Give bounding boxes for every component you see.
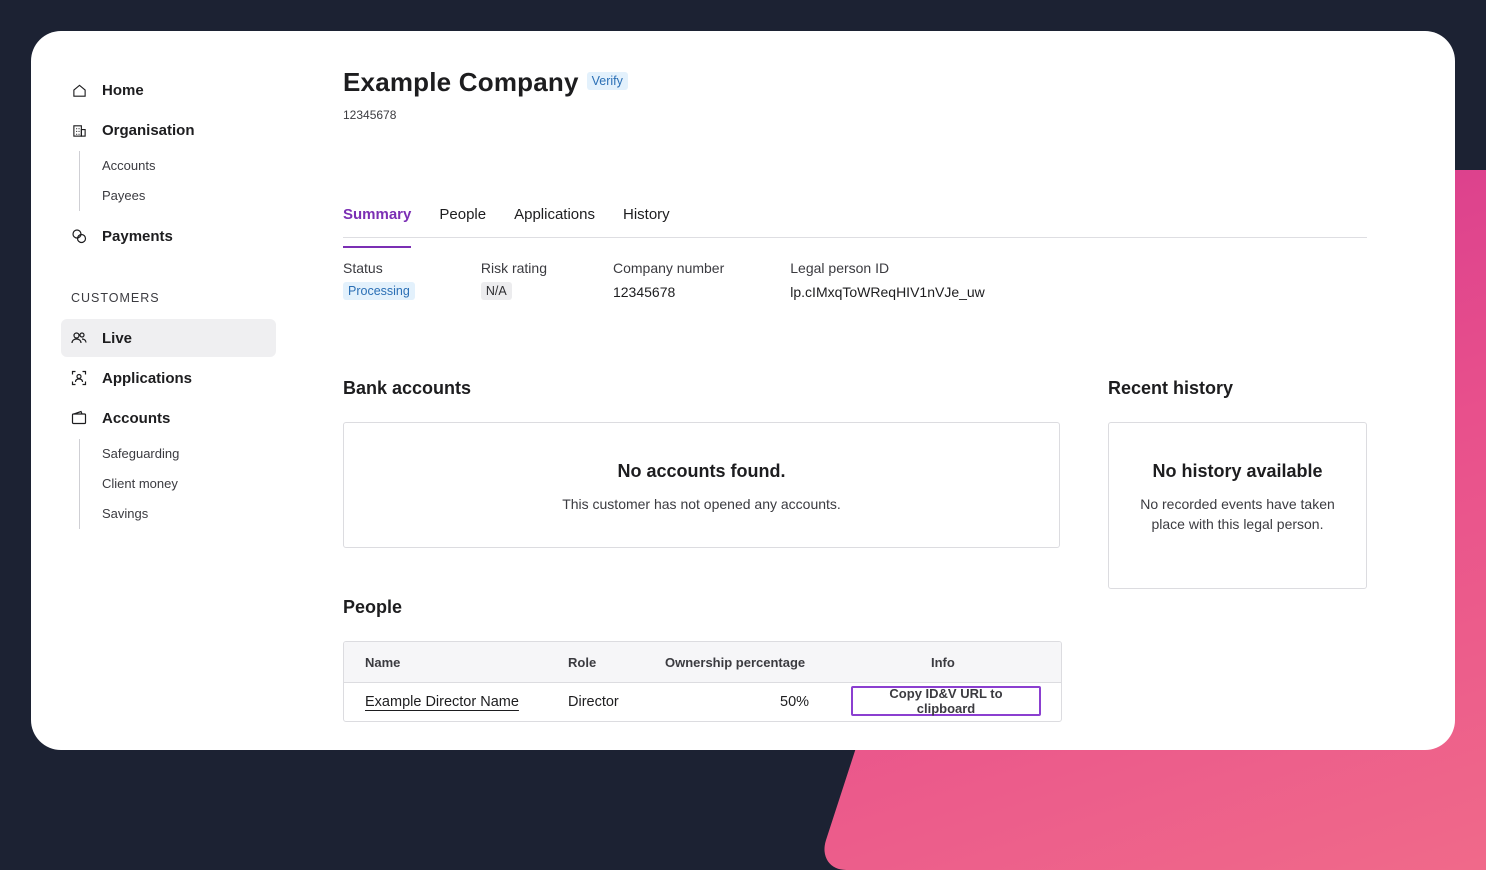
company-number-value: 12345678 (612, 284, 676, 300)
tab-applications[interactable]: Applications (514, 206, 595, 237)
status-label: Status (343, 260, 383, 276)
tab-summary[interactable]: Summary (343, 206, 412, 248)
status-field: Status Processing (343, 260, 415, 300)
bank-accounts-empty-title: No accounts found. (617, 461, 786, 481)
recent-history-empty-title: No history available (1152, 461, 1323, 481)
sidebar-subitem-accounts[interactable]: Accounts (102, 151, 276, 181)
sidebar-subitem-client-money[interactable]: Client money (102, 469, 276, 499)
sidebar-item-label: Home (102, 81, 144, 99)
sidebar-subitem-payees[interactable]: Payees (102, 181, 276, 211)
sidebar-item-label: Organisation (102, 121, 195, 139)
bank-accounts-empty: No accounts found. This customer has not… (343, 422, 1060, 548)
recent-history-empty: No history available No recorded events … (1108, 422, 1367, 589)
verify-badge[interactable]: Verify (586, 71, 628, 90)
risk-label: Risk rating (480, 260, 547, 276)
coins-icon (71, 228, 87, 244)
details-row: Status Processing Risk rating N/A Compan… (343, 260, 1367, 300)
company-number-label: Company number (612, 260, 725, 276)
section-label-customers: CUSTOMERS (71, 291, 160, 305)
page-subtitle: 12345678 (343, 108, 397, 122)
sidebar-item-home[interactable]: Home (61, 71, 276, 109)
legal-id-field: Legal person ID lp.cIMxqToWReqHIV1nVJe_u… (790, 260, 985, 300)
legal-id-value: lp.cIMxqToWReqHIV1nVJe_uw (790, 284, 985, 300)
people-table: Name Role Ownership percentage Info Exam… (343, 641, 1062, 722)
sidebar-item-applications[interactable]: Applications (61, 359, 276, 397)
users-icon (71, 330, 87, 346)
bank-accounts-empty-text: This customer has not opened any account… (562, 496, 841, 512)
table-row: Example Director Name Director 50% Copy … (344, 683, 1061, 721)
table-header: Name Role Ownership percentage Info (344, 642, 1061, 683)
page-header: Example Company Verify (343, 67, 1367, 98)
sidebar-item-live[interactable]: Live (61, 319, 276, 357)
role-cell: Director (568, 694, 619, 710)
copy-idv-url-button[interactable]: Copy ID&V URL to clipboard (851, 686, 1041, 716)
sidebar-item-label: Accounts (102, 409, 171, 427)
legal-id-label: Legal person ID (790, 260, 890, 276)
column-header-name: Name (365, 654, 401, 670)
status-badge: Processing (343, 282, 415, 300)
home-icon (71, 82, 87, 98)
bank-accounts-heading: Bank accounts (343, 378, 472, 398)
sidebar: Home Organisation Accounts Payees Paymen… (61, 71, 276, 535)
sidebar-item-payments[interactable]: Payments (61, 217, 276, 255)
wallet-icon (71, 410, 87, 426)
app-window: Home Organisation Accounts Payees Paymen… (31, 31, 1455, 750)
building-icon (71, 122, 87, 138)
recent-history-heading: Recent history (1108, 378, 1234, 398)
recent-history-empty-text: No recorded events have taken place with… (1140, 496, 1335, 532)
accounts-subnav: Safeguarding Client money Savings (79, 439, 276, 529)
risk-field: Risk rating N/A (480, 260, 547, 300)
scan-user-icon (71, 370, 87, 386)
sidebar-item-accounts[interactable]: Accounts (61, 399, 276, 437)
main-content: Example Company Verify 12345678 Summary … (343, 67, 1367, 722)
page-title: Example Company (343, 67, 579, 97)
tab-bar: Summary People Applications History (343, 206, 1367, 248)
people-heading: People (343, 597, 403, 617)
sidebar-item-label: Payments (102, 227, 173, 245)
sidebar-item-organisation[interactable]: Organisation (61, 111, 276, 149)
risk-badge: N/A (480, 282, 512, 300)
sidebar-item-label: Live (102, 329, 133, 347)
company-number-field: Company number 12345678 (613, 260, 724, 300)
sidebar-item-label: Applications (102, 369, 193, 387)
tab-history[interactable]: History (623, 206, 670, 237)
organisation-subnav: Accounts Payees (79, 151, 276, 211)
ownership-cell: 50% (780, 694, 810, 710)
sidebar-subitem-safeguarding[interactable]: Safeguarding (102, 439, 276, 469)
sidebar-subitem-savings[interactable]: Savings (102, 499, 276, 529)
column-header-ownership: Ownership percentage (665, 654, 806, 670)
tab-people[interactable]: People (439, 206, 486, 237)
column-header-info: Info (931, 654, 955, 670)
person-name-link[interactable]: Example Director Name (365, 694, 519, 710)
column-header-role: Role (568, 654, 597, 670)
name-cell: Example Director Name (365, 683, 519, 721)
